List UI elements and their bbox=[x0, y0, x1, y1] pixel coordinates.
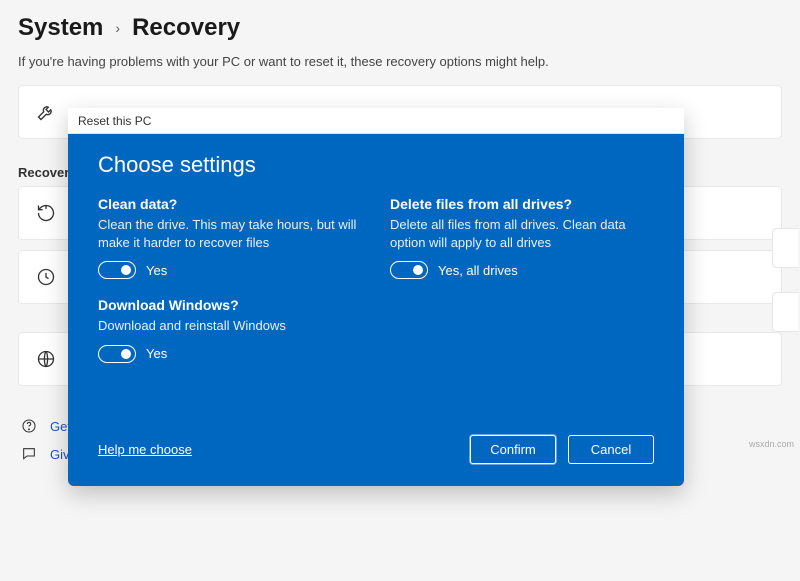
option-alldrives-desc: Delete all files from all drives. Clean … bbox=[390, 216, 654, 251]
option-clean-data: Clean data? Clean the drive. This may ta… bbox=[98, 196, 362, 279]
dialog-heading: Choose settings bbox=[98, 152, 654, 178]
wrench-icon bbox=[35, 101, 57, 123]
dialog-titlebar: Reset this PC bbox=[68, 108, 684, 134]
cancel-button[interactable]: Cancel bbox=[568, 435, 654, 464]
option-download-windows: Download Windows? Download and reinstall… bbox=[98, 297, 362, 363]
help-me-choose-link[interactable]: Help me choose bbox=[98, 442, 192, 457]
clean-data-toggle[interactable] bbox=[98, 261, 136, 279]
option-download-title: Download Windows? bbox=[98, 297, 362, 313]
clean-data-state: Yes bbox=[146, 263, 167, 278]
globe-icon bbox=[35, 348, 57, 370]
obscured-button-1[interactable] bbox=[772, 228, 798, 268]
confirm-button[interactable]: Confirm bbox=[470, 435, 556, 464]
breadcrumb: System › Recovery bbox=[18, 14, 782, 42]
help-icon bbox=[20, 418, 38, 434]
breadcrumb-current: Recovery bbox=[132, 14, 240, 42]
history-icon bbox=[35, 266, 57, 288]
feedback-icon bbox=[20, 446, 38, 462]
breadcrumb-parent[interactable]: System bbox=[18, 14, 103, 42]
restore-icon bbox=[35, 202, 57, 224]
all-drives-state: Yes, all drives bbox=[438, 263, 518, 278]
page-subtitle: If you're having problems with your PC o… bbox=[0, 50, 800, 85]
chevron-right-icon: › bbox=[115, 20, 120, 36]
option-clean-title: Clean data? bbox=[98, 196, 362, 212]
option-all-drives: Delete files from all drives? Delete all… bbox=[390, 196, 654, 279]
download-windows-state: Yes bbox=[146, 346, 167, 361]
reset-pc-dialog: Reset this PC Choose settings Clean data… bbox=[68, 108, 684, 486]
option-download-desc: Download and reinstall Windows bbox=[98, 317, 362, 335]
obscured-button-2[interactable] bbox=[772, 292, 798, 332]
option-clean-desc: Clean the drive. This may take hours, bu… bbox=[98, 216, 362, 251]
option-alldrives-title: Delete files from all drives? bbox=[390, 196, 654, 212]
watermark-text: wsxdn.com bbox=[749, 439, 794, 449]
all-drives-toggle[interactable] bbox=[390, 261, 428, 279]
download-windows-toggle[interactable] bbox=[98, 345, 136, 363]
